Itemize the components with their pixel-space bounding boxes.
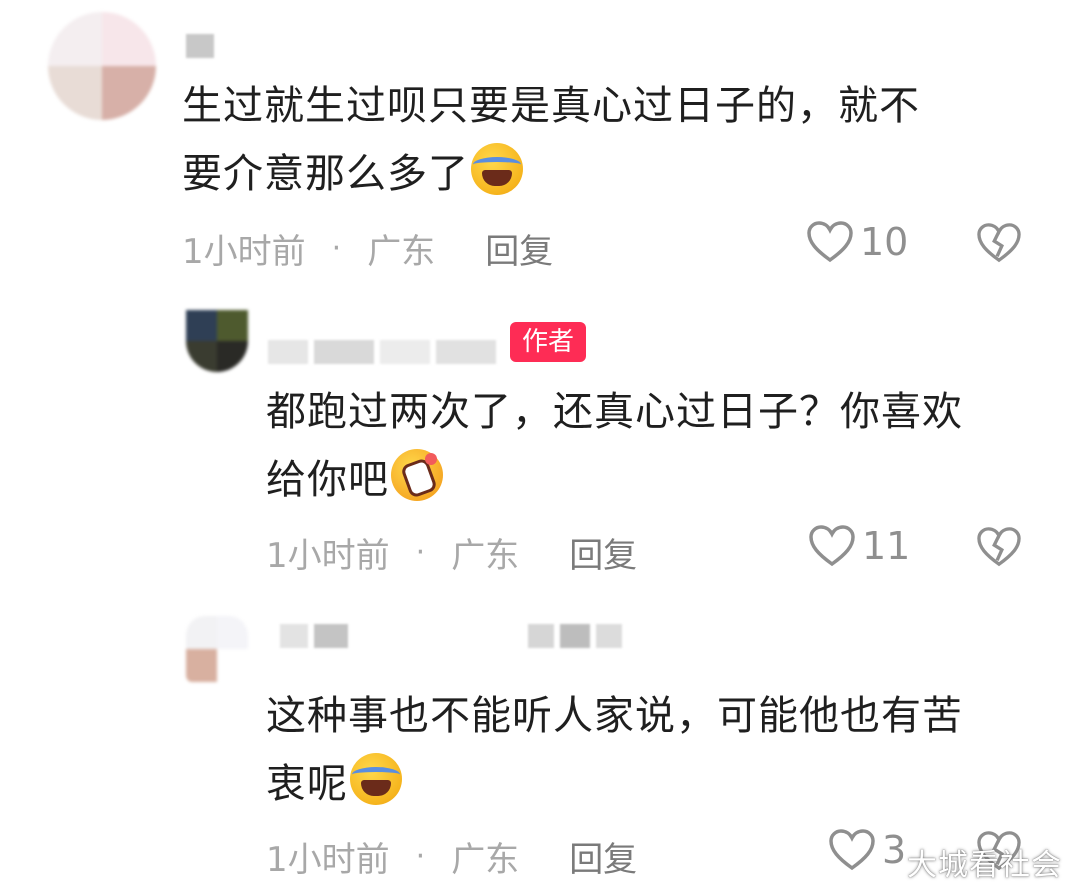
face-tears-of-joy-icon [471, 143, 523, 195]
author-badge: 作者 [510, 322, 587, 362]
avatar[interactable] [186, 616, 248, 682]
username-blurred[interactable] [268, 340, 496, 366]
like-button[interactable]: 10 [806, 220, 908, 264]
comment-text: 这种事也不能听人家说，可能他也有苦 衷呢 [266, 693, 963, 807]
heart-icon [807, 221, 853, 263]
heart-icon [829, 829, 875, 871]
location: 广东 [451, 536, 520, 576]
broken-heart-icon [977, 223, 1021, 263]
username-blurred[interactable] [186, 34, 214, 60]
comment-text: 生过就生过呗只要是真心过日子的，就不 要介意那么多了 [182, 83, 920, 197]
username-blurred[interactable] [280, 624, 348, 650]
like-count: 3 [882, 828, 907, 872]
comment-text: 都跑过两次了，还真心过日子？你喜欢 给你吧 [266, 389, 963, 503]
watermark: 大城看社会 [907, 848, 1062, 883]
username-blurred[interactable] [528, 624, 622, 650]
face-tears-of-joy-icon [350, 753, 402, 805]
reply-button[interactable]: 回复 [569, 832, 637, 881]
timestamp: 1小时前 [266, 840, 390, 880]
like-button[interactable]: 11 [808, 524, 910, 568]
dislike-button[interactable] [976, 222, 1022, 268]
reply-button[interactable]: 回复 [485, 224, 553, 273]
timestamp: 1小时前 [182, 232, 306, 272]
heart-icon [809, 525, 855, 567]
face-with-bottle-icon [391, 449, 443, 501]
comment-meta: 1小时前 · 广东 回复 [266, 528, 637, 577]
avatar[interactable] [186, 310, 248, 372]
avatar[interactable] [48, 12, 156, 120]
reply-button[interactable]: 回复 [569, 528, 637, 577]
broken-heart-icon [977, 527, 1021, 567]
comment-meta: 1小时前 · 广东 回复 [182, 224, 553, 273]
comment-meta: 1小时前 · 广东 回复 [266, 832, 637, 881]
like-count: 11 [862, 524, 911, 568]
like-button[interactable]: 3 [828, 828, 906, 872]
dislike-button[interactable] [976, 526, 1022, 572]
location: 广东 [451, 840, 520, 880]
location: 广东 [367, 232, 436, 272]
timestamp: 1小时前 [266, 536, 390, 576]
like-count: 10 [860, 220, 909, 264]
